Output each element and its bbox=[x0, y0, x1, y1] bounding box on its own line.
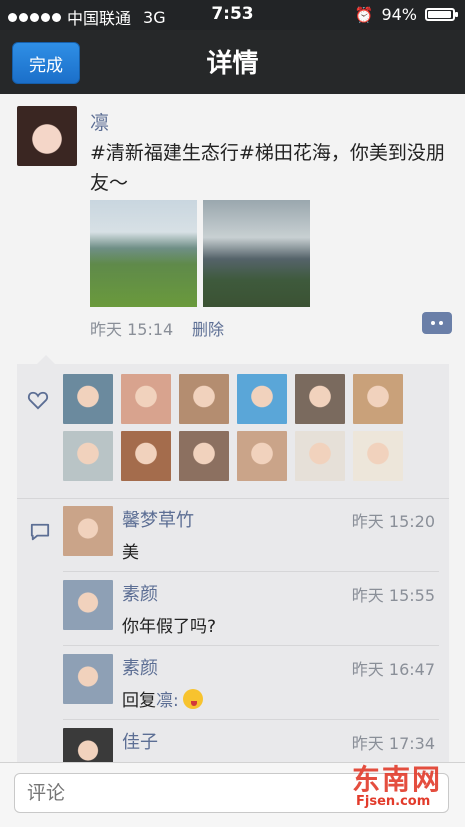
post-timestamp: 昨天 15:14 bbox=[90, 320, 174, 339]
comment-text: 回复凛: bbox=[122, 686, 203, 711]
post-photo[interactable] bbox=[203, 200, 310, 307]
comment-time: 昨天 16:47 bbox=[351, 660, 435, 679]
comment-item[interactable]: 馨梦草竹 昨天 15:20 美 bbox=[17, 498, 449, 572]
watermark-logo: 东南网 bbox=[352, 763, 443, 796]
like-avatar[interactable] bbox=[63, 374, 113, 424]
likes-comments-panel: 馨梦草竹 昨天 15:20 美素颜 昨天 15:55 你年假了吗? 素颜 昨天 16:47 回… bbox=[17, 355, 449, 778]
comment-text: 你年假了吗? bbox=[122, 612, 216, 637]
like-avatar[interactable] bbox=[121, 431, 171, 481]
author-avatar[interactable] bbox=[17, 106, 77, 166]
like-avatar[interactable] bbox=[237, 374, 287, 424]
comment-body: 你年假了吗? bbox=[122, 617, 217, 637]
comment-body: 回复 bbox=[122, 691, 156, 711]
like-avatar[interactable] bbox=[121, 374, 171, 424]
post-photo[interactable] bbox=[90, 200, 197, 307]
comment-time: 昨天 15:20 bbox=[351, 512, 435, 531]
commenter-avatar[interactable] bbox=[63, 654, 113, 704]
battery-group: ⏰ 94% bbox=[354, 5, 458, 24]
comment-body: 美 bbox=[122, 543, 139, 563]
like-avatar[interactable] bbox=[353, 374, 403, 424]
page-title: 详情 bbox=[206, 49, 259, 79]
commenter-name[interactable]: 佳子 bbox=[122, 728, 158, 754]
post-text: #清新福建生态行#梯田花海，你美到没朋友～ bbox=[90, 142, 445, 194]
comment-item[interactable]: 素颜 昨天 15:55 你年假了吗? bbox=[17, 572, 449, 646]
like-avatar[interactable] bbox=[353, 431, 403, 481]
emoji-icon bbox=[182, 689, 203, 709]
reply-target[interactable]: 凛: bbox=[156, 691, 179, 711]
comment-action-icon[interactable] bbox=[422, 312, 452, 334]
status-bar: 中国联通 3G 7:53 ⏰ 94% bbox=[0, 0, 465, 30]
watermark-url: Fjsen.com bbox=[356, 794, 431, 809]
commenter-avatar[interactable] bbox=[63, 580, 113, 630]
commenter-name[interactable]: 素颜 bbox=[122, 654, 158, 680]
navigation-bar: 完成 详情 bbox=[0, 30, 465, 94]
moment-post: 凛 #清新福建生态行#梯田花海，你美到没朋友～ 昨天 15:14 删除 bbox=[0, 94, 465, 356]
commenter-avatar[interactable] bbox=[63, 506, 113, 556]
comment-item[interactable]: 素颜 昨天 16:47 回复凛: bbox=[17, 646, 449, 720]
heart-icon bbox=[27, 391, 49, 410]
alarm-icon: ⏰ bbox=[354, 5, 374, 24]
author-name[interactable]: 凛 bbox=[90, 108, 109, 135]
comment-text: 美 bbox=[122, 538, 139, 563]
commenter-name[interactable]: 馨梦草竹 bbox=[122, 506, 194, 532]
like-avatar[interactable] bbox=[179, 374, 229, 424]
delete-button[interactable]: 删除 bbox=[192, 316, 224, 340]
battery-percent: 94% bbox=[381, 5, 417, 24]
like-avatar[interactable] bbox=[237, 431, 287, 481]
like-avatar[interactable] bbox=[295, 431, 345, 481]
battery-icon bbox=[425, 8, 458, 21]
like-avatar[interactable] bbox=[295, 374, 345, 424]
like-avatar[interactable] bbox=[63, 431, 113, 481]
likes-section bbox=[17, 364, 449, 499]
comment-time: 昨天 15:55 bbox=[351, 586, 435, 605]
commenter-name[interactable]: 素颜 bbox=[122, 580, 158, 606]
comment-time: 昨天 17:34 bbox=[351, 734, 435, 753]
like-avatar[interactable] bbox=[179, 431, 229, 481]
